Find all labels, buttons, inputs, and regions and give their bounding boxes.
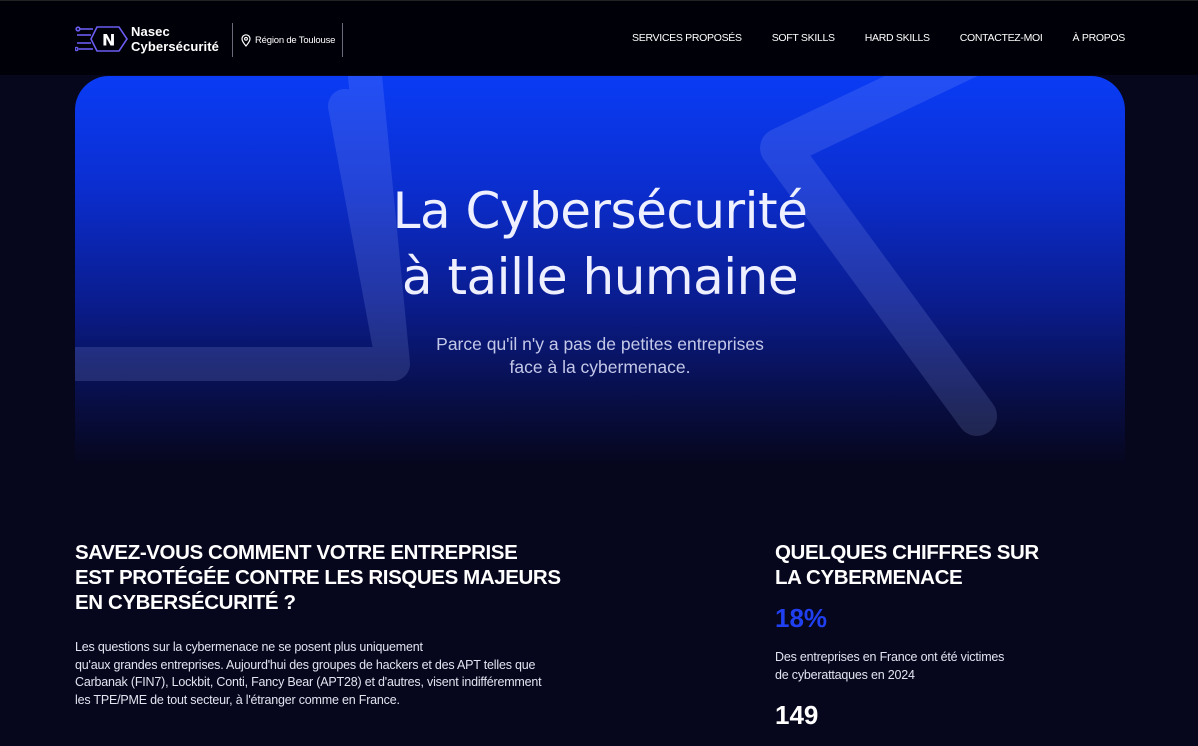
main-nav: SERVICES PROPOSÉS SOFT SKILLS HARD SKILL… bbox=[602, 32, 1125, 44]
protection-body-line4: les TPE/PME de tout secteur, à l'étrange… bbox=[75, 692, 400, 707]
nav-hard-skills[interactable]: HARD SKILLS bbox=[865, 32, 930, 44]
nav-soft-skills[interactable]: SOFT SKILLS bbox=[772, 32, 835, 44]
protection-heading: SAVEZ-VOUS COMMENT VOTRE ENTREPRISE EST … bbox=[75, 540, 615, 615]
stats-heading-line2: LA CYBERMENACE bbox=[775, 566, 963, 589]
stat-count-value: 149 bbox=[775, 700, 819, 730]
svg-text:N: N bbox=[102, 31, 115, 50]
brand-logo[interactable]: N Nasec Cybersécurité bbox=[75, 21, 219, 57]
protection-body-line1: Les questions sur la cybermenace ne se p… bbox=[75, 640, 423, 654]
hero-title-line2: à taille humaine bbox=[401, 248, 799, 306]
stat-percent-description: Des entreprises en France ont été victim… bbox=[775, 649, 1075, 684]
hero-subtitle-line1: Parce qu'il n'y a pas de petites entrepr… bbox=[436, 334, 764, 354]
hero-subtitle: Parce qu'il n'y a pas de petites entrepr… bbox=[75, 333, 1125, 379]
hero-banner: La Cybersécurité à taille humaine Parce … bbox=[75, 76, 1125, 466]
stat-percent-desc-line2: de cyberattaques en 2024 bbox=[775, 667, 915, 682]
protection-heading-line2: EST PROTÉGÉE CONTRE LES RISQUES MAJEURS bbox=[75, 566, 561, 589]
region-badge: Région de Toulouse bbox=[232, 23, 343, 57]
hero-title: La Cybersécurité à taille humaine bbox=[75, 178, 1125, 310]
stat-percent-value: 18% bbox=[775, 603, 828, 633]
protection-body-line3: Carbanak (FIN7), Lockbit, Conti, Fancy B… bbox=[75, 675, 542, 689]
protection-body-line2: qu'aux grandes entreprises. Aujourd'hui … bbox=[75, 657, 536, 672]
stat-percent-desc-line1: Des entreprises en France ont été victim… bbox=[775, 650, 1005, 664]
hero-title-line1: La Cybersécurité bbox=[392, 182, 808, 240]
top-navbar: N Nasec Cybersécurité Région de Toulouse… bbox=[0, 0, 1198, 75]
brand-name-line1: Nasec bbox=[131, 24, 170, 39]
hero-subtitle-line2: face à la cybermenace. bbox=[509, 357, 691, 377]
nav-services[interactable]: SERVICES PROPOSÉS bbox=[632, 32, 742, 44]
nav-contact[interactable]: CONTACTEZ-MOI bbox=[960, 32, 1043, 44]
region-label: Région de Toulouse bbox=[255, 34, 336, 46]
nav-about[interactable]: À PROPOS bbox=[1073, 32, 1126, 44]
location-pin-icon bbox=[241, 33, 251, 47]
stats-heading-line1: QUELQUES CHIFFRES SUR bbox=[775, 541, 1039, 564]
protection-body: Les questions sur la cybermenace ne se p… bbox=[75, 639, 595, 709]
stats-heading: QUELQUES CHIFFRES SUR LA CYBERMENACE bbox=[775, 540, 1105, 590]
protection-heading-line1: SAVEZ-VOUS COMMENT VOTRE ENTREPRISE bbox=[75, 541, 518, 564]
circuit-n-logo-icon: N bbox=[75, 26, 128, 52]
protection-heading-line3: EN CYBERSÉCURITÉ ? bbox=[75, 591, 296, 614]
brand-name: Nasec Cybersécurité bbox=[131, 24, 219, 54]
brand-name-line2: Cybersécurité bbox=[131, 39, 220, 54]
